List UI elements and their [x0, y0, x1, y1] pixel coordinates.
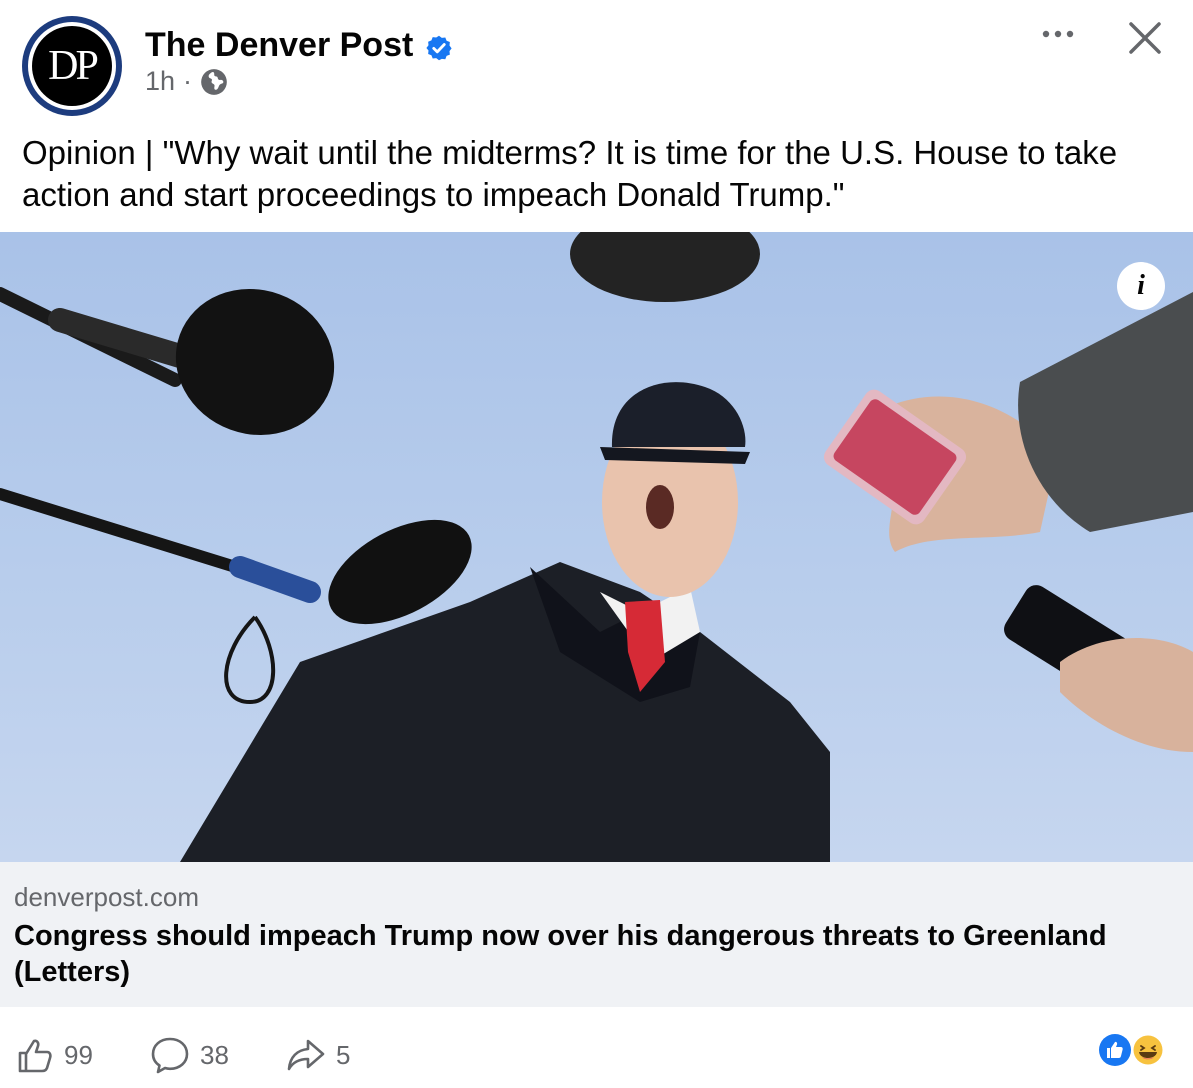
share-button[interactable]: 5 — [286, 1035, 350, 1075]
avatar-logo: DP — [32, 26, 112, 106]
comment-button[interactable]: 38 — [150, 1035, 229, 1075]
post-text: Opinion | "Why wait until the midterms? … — [22, 134, 1118, 213]
like-reaction-icon — [1099, 1034, 1131, 1066]
comment-count: 38 — [200, 1039, 229, 1070]
haha-reaction-icon — [1132, 1034, 1164, 1066]
like-count: 99 — [64, 1039, 93, 1070]
meta-separator: · — [183, 66, 193, 96]
thumbs-up-icon — [18, 1039, 52, 1073]
share-arrow-icon — [287, 1039, 325, 1071]
verified-badge-icon — [426, 35, 452, 61]
link-title[interactable]: Congress should impeach Trump now over h… — [14, 918, 1174, 990]
post-meta: 1h · — [145, 66, 228, 97]
photo-illustration — [0, 232, 1193, 862]
link-preview[interactable]: denverpost.com Congress should impeach T… — [0, 862, 1193, 1007]
comment-bubble-icon — [151, 1037, 189, 1074]
post-time[interactable]: 1h — [145, 66, 175, 97]
page-avatar[interactable]: DP — [22, 16, 122, 116]
post-header: DP The Denver Post 1h · — [0, 0, 1193, 120]
page-name[interactable]: The Denver Post — [145, 26, 413, 65]
post-photo[interactable]: i — [0, 232, 1193, 862]
close-icon[interactable] — [1125, 18, 1165, 58]
info-icon[interactable]: i — [1117, 262, 1165, 310]
link-domain: denverpost.com — [14, 882, 199, 912]
more-dots-icon[interactable] — [1038, 22, 1078, 46]
post-actions: 99 38 5 — [0, 1007, 1193, 1088]
globe-icon — [201, 68, 227, 95]
like-button[interactable]: 99 — [14, 1035, 93, 1075]
reactions-summary[interactable] — [1098, 1033, 1168, 1067]
share-count: 5 — [336, 1039, 351, 1070]
